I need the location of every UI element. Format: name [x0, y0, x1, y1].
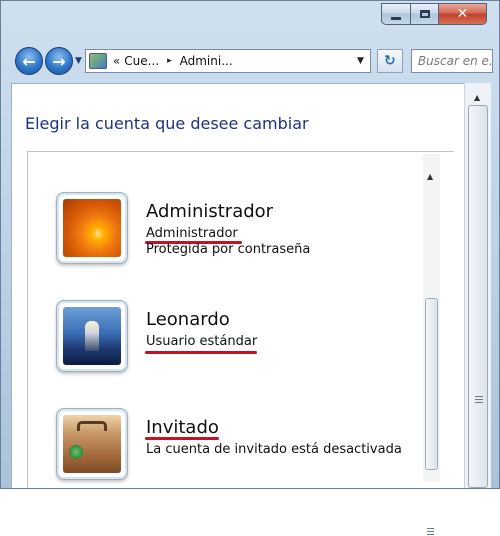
maximize-button[interactable] [411, 3, 439, 25]
forward-arrow-icon: → [52, 51, 66, 71]
search-input[interactable]: Buscar en e... [410, 49, 493, 73]
account-name[interactable]: Leonardo [146, 309, 230, 330]
back-button[interactable]: ← [15, 47, 43, 75]
account-description: Protegida por contraseña [146, 242, 311, 257]
scroll-up-icon[interactable]: ▲ [427, 172, 433, 181]
suitcase-picture [63, 415, 121, 473]
maximize-icon [419, 10, 430, 18]
lighthouse-picture [63, 307, 121, 365]
page-title: Elegir la cuenta que desee cambiar [25, 114, 309, 133]
account-picture[interactable] [57, 193, 127, 263]
caption-buttons: ✕ [381, 3, 487, 27]
account-type: Administrador [146, 226, 238, 241]
address-bar[interactable]: « Cue... ▸ Admini... ▼ [84, 49, 371, 73]
close-button[interactable]: ✕ [439, 3, 487, 25]
outer-scrollbar[interactable]: ▲ [464, 83, 491, 488]
account-item-leonardo[interactable]: Leonardo Usuario estándar [57, 301, 397, 373]
accounts-scrollbar[interactable]: ▲ [423, 154, 440, 536]
grip-icon [475, 396, 483, 404]
account-description: La cuenta de invitado está desactivada [146, 442, 402, 457]
forward-button[interactable]: → [45, 47, 73, 75]
control-panel-icon [88, 53, 107, 69]
navigation-bar: ← → ▼ « Cue... ▸ Admini... ▼ ↻ Buscar en… [15, 41, 493, 81]
outer-scroll-thumb[interactable] [468, 105, 488, 488]
refresh-button[interactable]: ↻ [376, 49, 403, 73]
breadcrumb-cuentas[interactable]: Cue... [124, 54, 159, 68]
flower-picture [63, 199, 121, 257]
annotation-underline [145, 351, 257, 354]
scroll-up-icon[interactable]: ▲ [474, 93, 480, 102]
annotation-underline [145, 437, 219, 440]
account-picture[interactable] [57, 409, 127, 479]
breadcrumb-administrar[interactable]: Admini... [180, 54, 233, 68]
back-arrow-icon: ← [22, 51, 36, 71]
grip-icon [427, 528, 434, 536]
close-icon: ✕ [456, 6, 469, 22]
account-picture[interactable] [57, 301, 127, 371]
account-type: Usuario estándar [146, 334, 258, 349]
recent-pages-dropdown[interactable]: ▼ [75, 56, 82, 66]
control-panel-window: ✕ ← → ▼ « Cue... ▸ Admini... ▼ ↻ Buscar … [0, 0, 500, 536]
account-name[interactable]: Invitado [146, 417, 219, 438]
account-item-invitado[interactable]: Invitado La cuenta de invitado está desa… [57, 409, 402, 481]
account-name[interactable]: Administrador [146, 201, 273, 222]
minimize-icon [391, 16, 401, 20]
accounts-scroll-thumb[interactable] [425, 298, 438, 470]
breadcrumb-separator[interactable]: ▸ [167, 56, 172, 66]
account-item-administrador[interactable]: Administrador Administrador Protegida po… [57, 193, 397, 265]
address-dropdown-icon[interactable]: ▼ [357, 56, 364, 66]
address-overflow-chevron[interactable]: « [113, 54, 120, 68]
refresh-icon: ↻ [384, 53, 396, 69]
minimize-button[interactable] [381, 3, 411, 25]
